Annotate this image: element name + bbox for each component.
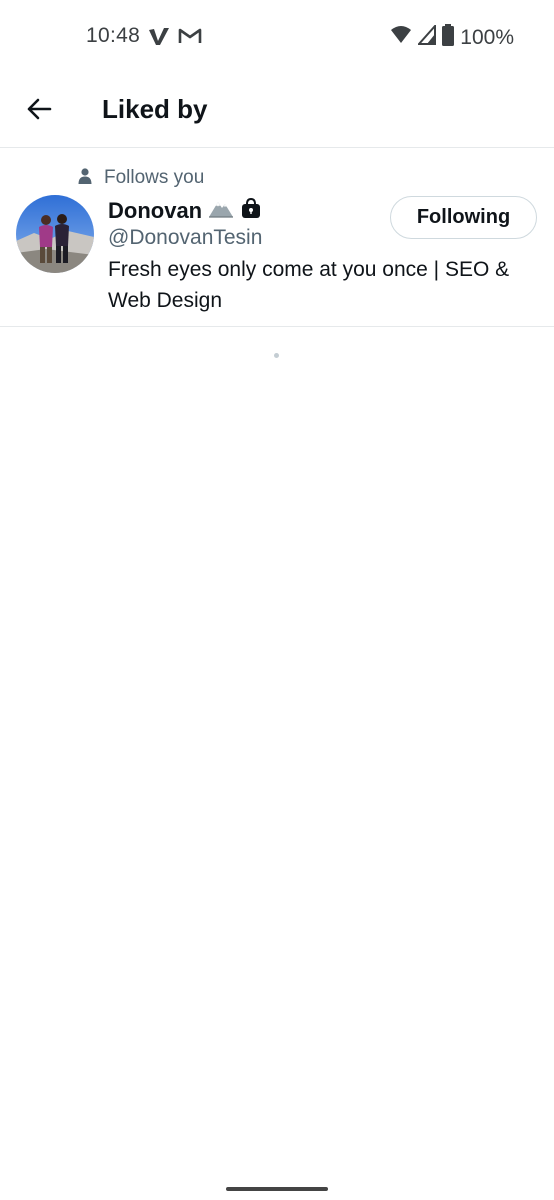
vimeo-icon bbox=[148, 26, 170, 51]
person-icon bbox=[78, 167, 92, 189]
signal-icon bbox=[417, 23, 437, 50]
display-name: Donovan bbox=[108, 197, 203, 223]
shopping-bag-icon bbox=[240, 197, 262, 224]
gmail-icon bbox=[178, 27, 202, 50]
status-right-icons: 100% bbox=[390, 23, 514, 51]
loading-indicator bbox=[274, 353, 279, 358]
page-title: Liked by bbox=[102, 94, 208, 124]
wifi-icon bbox=[390, 25, 412, 50]
user-handle: @DonovanTesin bbox=[108, 226, 263, 249]
back-button[interactable] bbox=[18, 90, 60, 132]
top-app-bar: Liked by bbox=[0, 72, 554, 148]
home-indicator[interactable] bbox=[226, 1187, 328, 1191]
user-list-item[interactable]: Follows you Donovan @DonovanTesin Fresh … bbox=[0, 149, 554, 327]
avatar[interactable] bbox=[16, 195, 94, 273]
display-name-row: Donovan bbox=[108, 197, 262, 224]
user-bio: Fresh eyes only come at you once | SEO &… bbox=[108, 258, 510, 312]
following-button[interactable]: Following bbox=[390, 196, 537, 239]
back-arrow-icon bbox=[26, 97, 52, 126]
status-bar: 10:48 100% bbox=[0, 0, 554, 72]
follows-you-indicator: Follows you bbox=[78, 167, 204, 189]
status-time: 10:48 bbox=[86, 24, 141, 47]
mountain-icon bbox=[208, 197, 234, 224]
status-notification-icons bbox=[148, 26, 202, 51]
battery-icon bbox=[442, 24, 455, 51]
battery-percentage: 100% bbox=[460, 25, 514, 49]
screen: 10:48 100% Liked by Follows you Donovan … bbox=[0, 0, 554, 1200]
follows-you-label: Follows you bbox=[104, 167, 205, 188]
